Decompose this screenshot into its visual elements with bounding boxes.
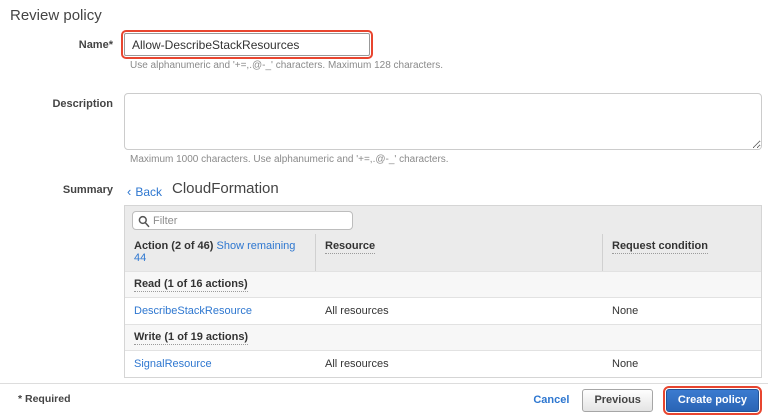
cancel-link[interactable]: Cancel xyxy=(533,394,569,406)
create-policy-button[interactable]: Create policy xyxy=(666,389,759,412)
page-title: Review policy xyxy=(10,7,102,24)
footer-bar: * Required Cancel Previous Create policy xyxy=(0,383,768,415)
filter-input[interactable] xyxy=(153,212,349,229)
chevron-left-icon: ‹ xyxy=(127,184,131,199)
action-count-label: Action (2 of 46) xyxy=(134,240,213,252)
column-header-resource: Resource xyxy=(316,234,603,271)
policy-description-textarea[interactable] xyxy=(124,93,762,150)
condition-cell: None xyxy=(603,298,761,324)
back-link[interactable]: ‹ Back xyxy=(127,184,162,199)
column-header-action: Action (2 of 46) Show remaining 44 xyxy=(125,234,316,271)
summary-label: Summary xyxy=(0,184,113,196)
required-note: * Required xyxy=(18,393,71,405)
previous-button[interactable]: Previous xyxy=(582,389,652,412)
filter-input-wrap[interactable] xyxy=(132,211,353,230)
table-row: DescribeStackResource All resources None xyxy=(125,297,761,324)
action-link-signalresource[interactable]: SignalResource xyxy=(134,358,212,370)
policy-name-input[interactable] xyxy=(124,33,370,56)
footer-actions: Cancel Previous Create policy xyxy=(533,384,762,416)
description-field-label: Description xyxy=(0,98,113,110)
condition-cell: None xyxy=(603,351,761,377)
filter-band xyxy=(125,206,761,234)
service-title: CloudFormation xyxy=(172,180,279,197)
resource-cell: All resources xyxy=(316,351,603,377)
group-header-write: Write (1 of 19 actions) xyxy=(125,324,761,350)
column-header-request-condition: Request condition xyxy=(603,234,761,271)
table-row: SignalResource All resources None xyxy=(125,350,761,377)
description-help-text: Maximum 1000 characters. Use alphanumeri… xyxy=(130,154,449,165)
permissions-summary-table: Action (2 of 46) Show remaining 44 Resou… xyxy=(124,205,762,378)
back-link-label: Back xyxy=(135,185,162,199)
search-icon xyxy=(138,215,150,228)
group-header-read: Read (1 of 16 actions) xyxy=(125,271,761,297)
name-field-label: Name* xyxy=(0,39,113,51)
resource-cell: All resources xyxy=(316,298,603,324)
name-help-text: Use alphanumeric and '+=,.@-_' character… xyxy=(130,60,443,71)
table-header-row: Action (2 of 46) Show remaining 44 Resou… xyxy=(125,234,761,271)
action-link-describestackresource[interactable]: DescribeStackResource xyxy=(134,305,252,317)
